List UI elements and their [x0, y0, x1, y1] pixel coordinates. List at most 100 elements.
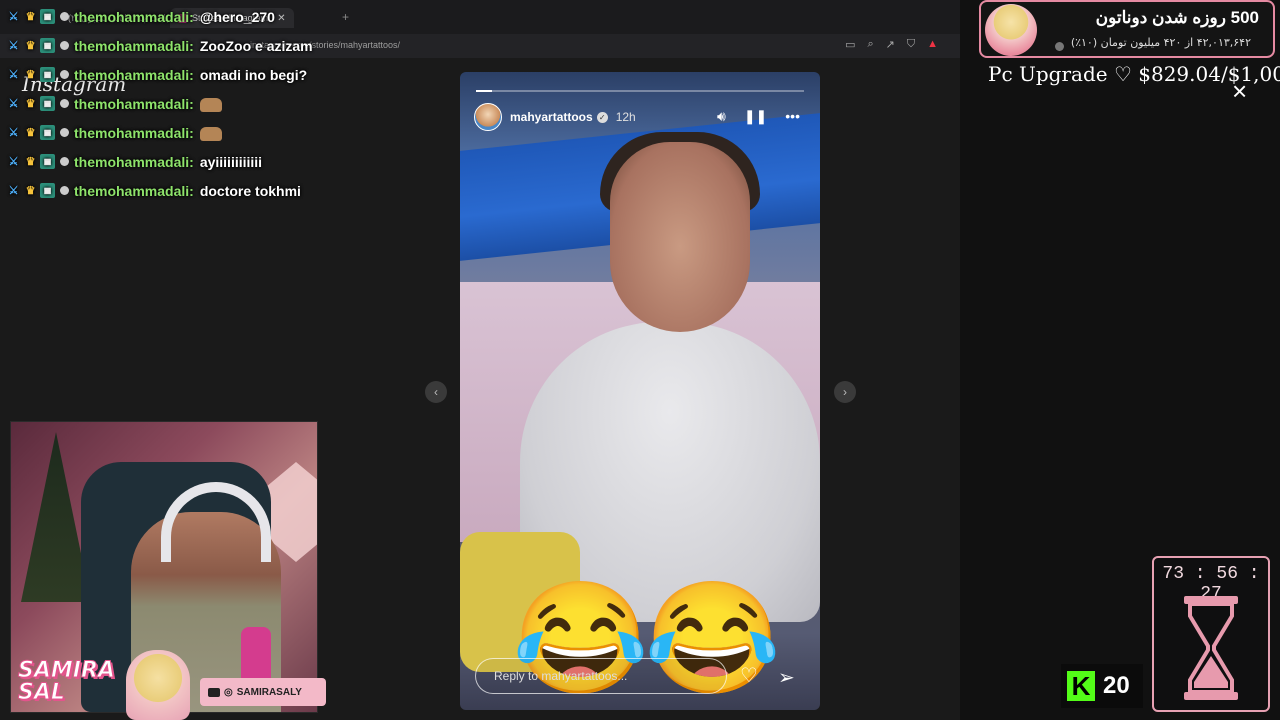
moderator-sword-icon: ⚔: [8, 98, 19, 110]
avatar[interactable]: [474, 103, 502, 131]
story-image-person-face: [610, 142, 750, 332]
story-progress-bar: [476, 90, 804, 92]
user-avatar-dot-icon: [60, 186, 69, 195]
kick-viewer-count: K 20: [1061, 664, 1143, 708]
moderator-sword-icon: ⚔: [8, 11, 19, 23]
chat-username[interactable]: themohammadali:: [74, 125, 194, 141]
next-story-button[interactable]: ›: [834, 381, 856, 403]
crown-badge-icon: ♛: [25, 69, 36, 81]
chat-username[interactable]: themohammadali:: [74, 183, 194, 199]
chat-overlay: ⚔ ♛ ▦ themohammadali: @hero_270 ⚔ ♛ ▦ themohamma…: [6, 2, 466, 205]
screen-cast-icon[interactable]: ▭: [845, 38, 855, 51]
subscriber-badge-icon: ▦: [40, 96, 55, 111]
cat-emote-icon: [199, 97, 222, 112]
chibi-avatar: [985, 4, 1037, 56]
stream-screen: (۲) رابطه با بابات چه؟ بابانی نمیبری Sto…: [0, 0, 1280, 720]
chat-message: ⚔ ♛ ▦ themohammadali:: [6, 89, 466, 118]
youtube-icon: [208, 687, 220, 697]
moderator-sword-icon: ⚔: [8, 69, 19, 81]
chat-text: omadi ino begi?: [200, 67, 307, 83]
chat-text: [199, 95, 222, 112]
crown-badge-icon: ♛: [25, 11, 36, 23]
subscriber-badge-icon: ▦: [40, 9, 55, 24]
chat-text-content: @hero_270: [199, 8, 275, 25]
chat-text: @hero_270: [200, 9, 275, 25]
viewer-count: 20: [1103, 672, 1130, 699]
moderator-sword-icon: ⚔: [8, 156, 19, 168]
volume-icon[interactable]: 🔊︎: [717, 108, 726, 125]
user-avatar-dot-icon: [60, 99, 69, 108]
chibi-mascot: [126, 650, 190, 720]
story-controls: 🔊︎ ❚❚ •••: [717, 108, 800, 125]
crown-badge-icon: ♛: [25, 40, 36, 52]
cat-emote-icon: [199, 126, 222, 141]
social-handle: SAMIRASALY: [236, 686, 302, 698]
chat-username[interactable]: themohammadali:: [74, 67, 194, 83]
chat-text: doctore tokhmi: [200, 183, 301, 199]
share-icon[interactable]: ↗: [886, 38, 895, 51]
donation-goal-progress: ۴۲,۰۱۳,۶۴۲ از ۴۲۰ میلیون تومان (۱۰٪): [1070, 36, 1251, 49]
donation-status-dot-icon: [1055, 42, 1064, 51]
reply-input[interactable]: Reply to mahyartattoos...: [475, 658, 727, 694]
chat-message: ⚔ ♛ ▦ themohammadali: doctore tokhmi: [6, 176, 466, 205]
chat-username[interactable]: themohammadali:: [74, 38, 194, 54]
crown-badge-icon: ♛: [25, 156, 36, 168]
subscriber-badge-icon: ▦: [40, 38, 55, 53]
browser-toolbar: ▭ ⌕ ↗ ⛉ ▲: [845, 38, 938, 51]
hourglass-icon: [1184, 596, 1238, 700]
reply-placeholder: Reply to mahyartattoos...: [494, 669, 628, 683]
social-handle-badge: ◎ SAMIRASALY: [200, 678, 326, 706]
user-avatar-dot-icon: [60, 128, 69, 137]
chat-username[interactable]: themohammadali:: [74, 96, 194, 112]
chat-username[interactable]: themohammadali:: [74, 154, 194, 170]
story-viewer[interactable]: 😂 😂 mahyartattoos ✓ 12h 🔊︎ ❚❚ ••• Reply …: [460, 72, 820, 710]
user-avatar-dot-icon: [60, 70, 69, 79]
chat-text: [199, 124, 222, 141]
zoom-icon[interactable]: ⌕: [867, 38, 873, 51]
crown-badge-icon: ♛: [25, 185, 36, 197]
chat-message: ⚔ ♛ ▦ themohammadali: @hero_270: [6, 2, 466, 31]
verified-badge-icon: ✓: [596, 111, 608, 123]
chat-message: ⚔ ♛ ▦ themohammadali:: [6, 118, 466, 147]
logo-line-2: SAL: [18, 680, 66, 705]
rewards-icon[interactable]: ▲: [927, 38, 938, 51]
more-options-icon[interactable]: •••: [785, 108, 800, 125]
subscriber-badge-icon: ▦: [40, 183, 55, 198]
logo-line-1: SAMIRA: [18, 658, 116, 683]
chat-message: ⚔ ♛ ▦ themohammadali: ayiiiiiiiiiiii: [6, 147, 466, 176]
chat-text-content: doctore tokhmi: [199, 182, 301, 199]
subscriber-badge-icon: ▦: [40, 154, 55, 169]
moderator-sword-icon: ⚔: [8, 127, 19, 139]
moderator-sword-icon: ⚔: [8, 40, 19, 52]
story-username[interactable]: mahyartattoos: [510, 110, 593, 124]
story-timestamp: 12h: [615, 110, 636, 124]
donation-goal-title: 500 روزه شدن دوناتون: [1095, 8, 1259, 27]
donation-goal-widget: 500 روزه شدن دوناتون ۴۲,۰۱۳,۶۴۲ از ۴۲۰ م…: [979, 0, 1275, 58]
like-heart-icon[interactable]: ♡: [740, 663, 758, 688]
chat-text-content: omadi ino begi?: [199, 66, 308, 83]
crown-badge-icon: ♛: [25, 127, 36, 139]
chat-text-content: ZooZoo e azizam: [199, 37, 313, 54]
instagram-icon: ◎: [224, 686, 233, 698]
chevron-left-icon: ‹: [434, 385, 438, 399]
crown-badge-icon: ♛: [25, 98, 36, 110]
subathon-timer: 73 : 56 : 27: [1152, 556, 1270, 712]
story-progress-fill: [476, 90, 493, 92]
chat-message: ⚔ ♛ ▦ themohammadali: omadi ino begi?: [6, 60, 466, 89]
chat-username[interactable]: themohammadali:: [74, 9, 194, 25]
moderator-sword-icon: ⚔: [8, 185, 19, 197]
streamer-logo: SAMIRA SAL: [18, 658, 116, 705]
pause-icon[interactable]: ❚❚: [744, 108, 767, 125]
user-avatar-dot-icon: [60, 41, 69, 50]
subscriber-badge-icon: ▦: [40, 125, 55, 140]
user-avatar-dot-icon: [60, 157, 69, 166]
shield-icon[interactable]: ⛉: [907, 38, 915, 51]
chat-text: ayiiiiiiiiiiii: [200, 154, 262, 170]
send-icon[interactable]: ➢: [778, 665, 795, 690]
prev-story-button[interactable]: ‹: [425, 381, 447, 403]
subscriber-badge-icon: ▦: [40, 67, 55, 82]
chat-message: ⚔ ♛ ▦ themohammadali: ZooZoo e azizam: [6, 31, 466, 60]
chevron-right-icon: ›: [843, 385, 847, 399]
kick-logo-icon: K: [1067, 671, 1095, 701]
close-icon[interactable]: ×: [1232, 78, 1247, 104]
